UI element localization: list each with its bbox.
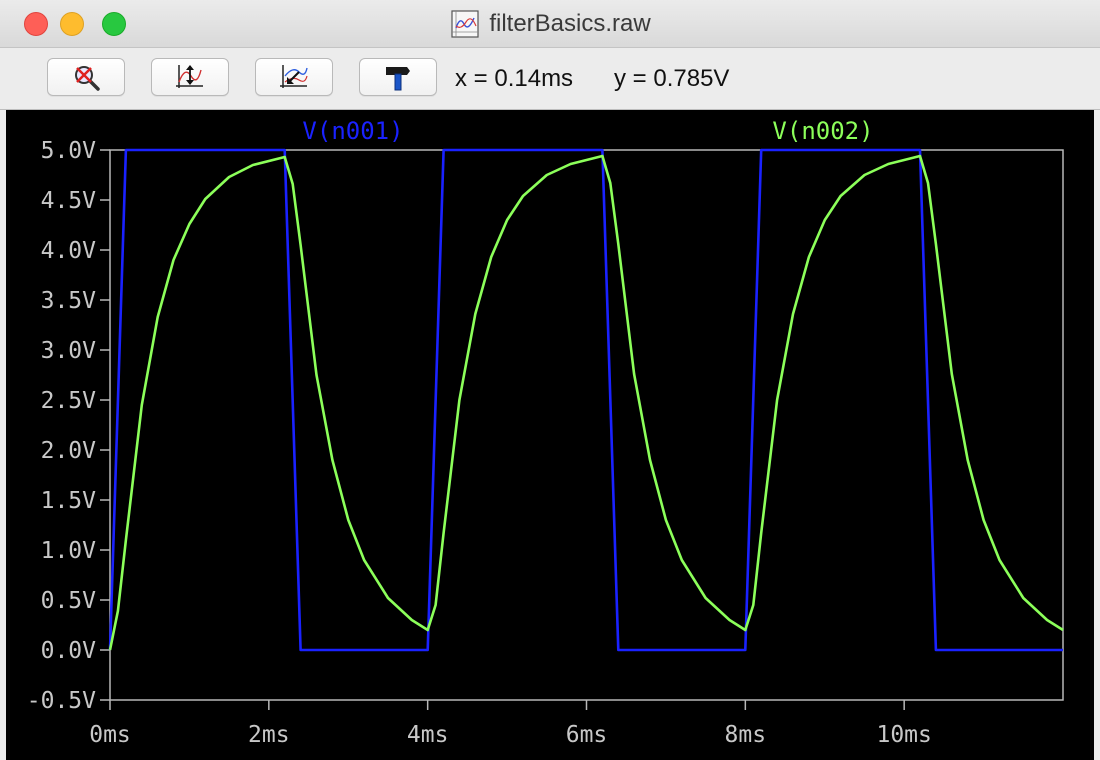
x-tick-label: 8ms (725, 722, 767, 748)
trace-v-n001[interactable] (108, 148, 1063, 652)
hammer-button[interactable] (359, 58, 437, 96)
window-titlebar: filterBasics.raw (0, 0, 1100, 48)
y-tick-label: 1.0V (41, 538, 97, 564)
autorange-icon (176, 65, 203, 88)
x-tick-label: 2ms (248, 722, 290, 748)
autorange-button[interactable] (151, 58, 229, 96)
waveform-chart[interactable]: V(n001) V(n002) 5.0V 4.5V 4.0V 3.5V 3.0V 2.5V… (6, 110, 1094, 760)
y-axis: 5.0V 4.5V 4.0V 3.5V 3.0V 2.5V 2.0V 1.5V 1.0V 0.5V… (27, 138, 110, 714)
zoom-cancel-button[interactable] (47, 58, 125, 96)
y-tick-label: 3.5V (41, 288, 97, 314)
y-tick-label: 3.0V (41, 338, 97, 364)
zoom-back-icon (280, 65, 308, 88)
y-tick-label: 0.0V (41, 638, 97, 664)
x-tick-label: 10ms (876, 722, 931, 748)
waveform-document-icon (451, 10, 479, 38)
y-tick-label: 5.0V (41, 138, 97, 164)
hammer-icon (386, 67, 410, 91)
cursor-x-readout: x = 0.14ms (455, 65, 574, 92)
traces (108, 148, 1064, 652)
trace-v-n002[interactable] (108, 154, 1064, 651)
waveform-plot-pane[interactable]: V(n001) V(n002) 5.0V 4.5V 4.0V 3.5V 3.0V 2.5V… (6, 110, 1094, 760)
y-tick-label: 4.5V (41, 188, 97, 214)
window-title-group: filterBasics.raw (0, 8, 1100, 40)
x-tick-label: 0ms (89, 722, 131, 748)
x-tick-label: 6ms (566, 722, 608, 748)
toolbar: x = 0.14ms y = 0.785V (0, 48, 1100, 110)
y-tick-label: 1.5V (41, 488, 97, 514)
window-title: filterBasics.raw (489, 10, 651, 37)
y-tick-label: 2.5V (41, 388, 97, 414)
cursor-y-readout: y = 0.785V (614, 65, 730, 92)
series-label-v-n001[interactable]: V(n001) (302, 117, 403, 145)
plot-frame (109, 149, 1064, 701)
x-axis: 0ms 2ms 4ms 6ms 8ms 10ms (89, 700, 932, 748)
y-tick-label: 2.0V (41, 438, 97, 464)
zoom-back-button[interactable] (255, 58, 333, 96)
x-tick-label: 4ms (407, 722, 449, 748)
y-tick-label: 0.5V (41, 588, 97, 614)
series-label-v-n002[interactable]: V(n002) (772, 117, 873, 145)
y-tick-label: -0.5V (27, 688, 96, 714)
y-tick-label: 4.0V (41, 238, 97, 264)
zoom-cancel-icon (75, 66, 100, 91)
